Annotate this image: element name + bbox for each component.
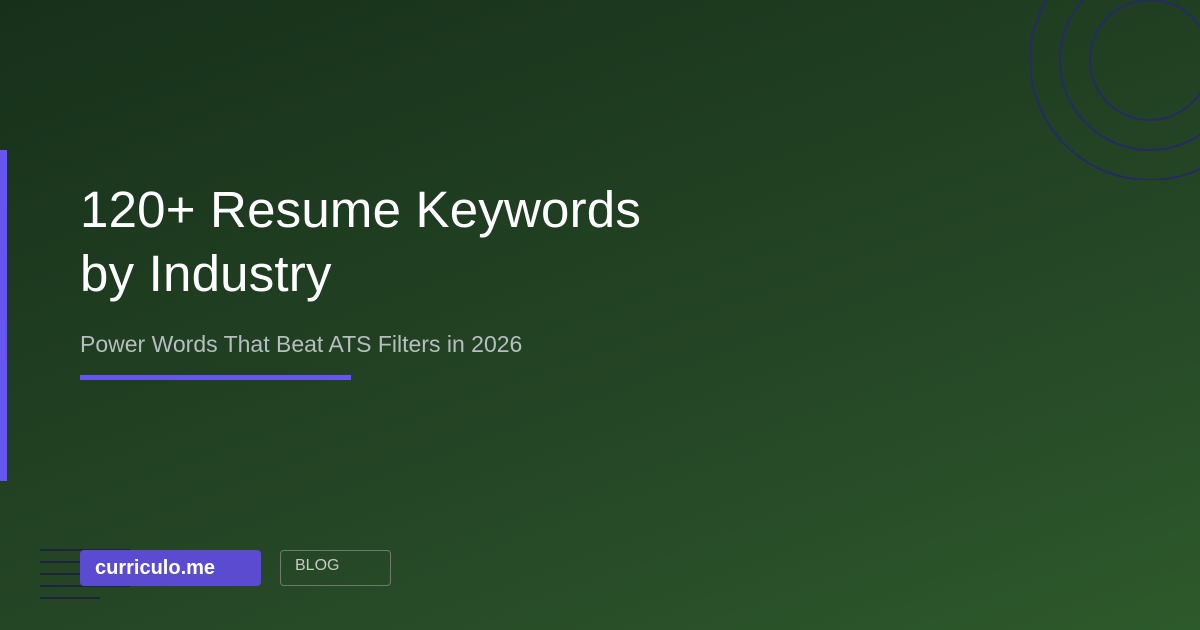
subtitle-underline	[80, 375, 351, 380]
page-title-line-2: by Industry	[80, 245, 332, 302]
ring-inner	[1089, 0, 1200, 121]
left-accent-bar	[0, 150, 7, 481]
page-title-line-1: 120+ Resume Keywords	[80, 181, 642, 238]
page-title: 120+ Resume Keywords by Industry	[80, 178, 840, 306]
concentric-rings-decoration	[1030, 0, 1200, 180]
blog-tag[interactable]: BLOG	[280, 550, 391, 586]
hero-banner: 120+ Resume Keywords by Industry Power W…	[0, 0, 1200, 630]
ring-middle	[1059, 0, 1200, 151]
page-subtitle: Power Words That Beat ATS Filters in 202…	[80, 331, 523, 357]
brand-link[interactable]: curriculo.me	[80, 550, 261, 586]
ring-outer	[1030, 0, 1200, 180]
